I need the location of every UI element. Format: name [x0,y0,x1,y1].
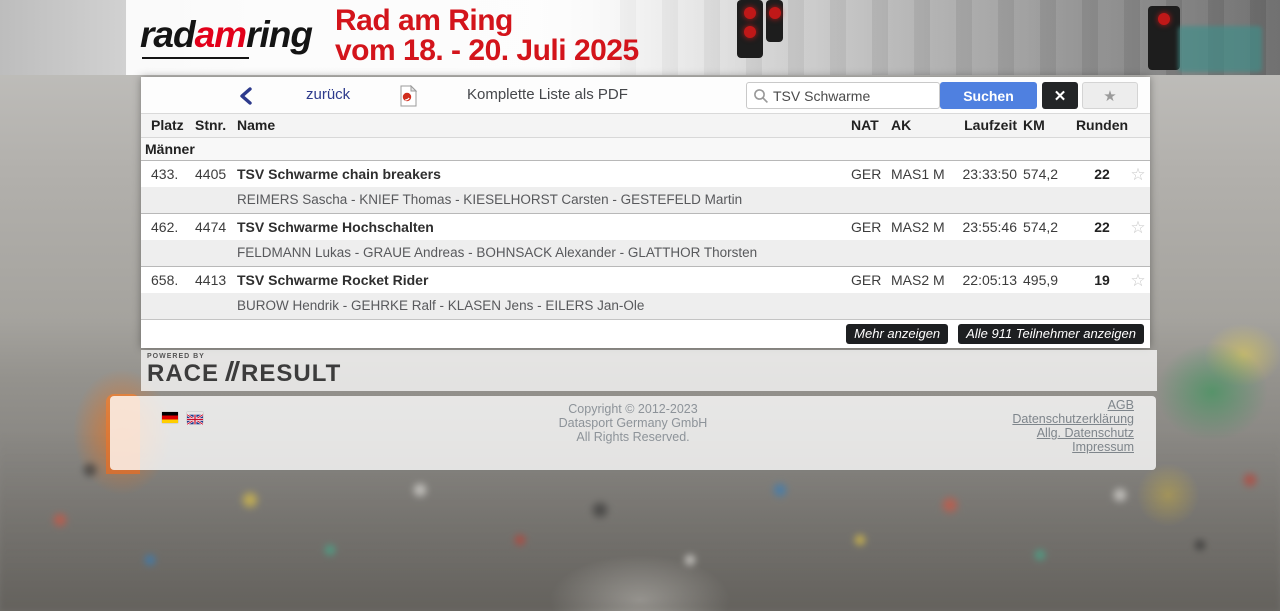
banner-title-line2: vom 18. - 20. Juli 2025 [335,36,639,66]
cell-platz: 433. [151,161,193,188]
favorite-star-icon[interactable]: ☆ [1127,214,1149,241]
traffic-light-icon [1148,6,1180,70]
cell-ak: MAS2 M [891,267,953,294]
cell-nat: GER [851,214,889,241]
cell-km: 495,9 [1023,267,1069,294]
cell-runden: 19 [1069,267,1135,294]
show-more-row: Mehr anzeigen Alle 911 Teilnehmer anzeig… [141,319,1150,348]
cell-laufzeit: 23:33:50 [949,161,1017,188]
favorites-button[interactable]: ★ [1082,82,1138,109]
table-row[interactable]: 658. 4413 TSV Schwarme Rocket Rider GER … [141,266,1150,293]
cell-ak: MAS1 M [891,161,953,188]
star-icon: ★ [1103,88,1116,105]
pdf-list-link[interactable]: Komplette Liste als PDF [467,86,628,103]
banner-title-line1: Rad am Ring [335,6,639,36]
raceresult-gate-icon [219,358,241,390]
traffic-light-icon [766,0,783,42]
cell-members: FELDMANN Lukas - GRAUE Andreas - BOHNSAC… [237,240,757,266]
link-impressum[interactable]: Impressum [1012,440,1134,454]
logo-text-accent: am [195,14,246,55]
banner-title: Rad am Ring vom 18. - 20. Juli 2025 [335,6,639,66]
back-button[interactable] [239,84,263,108]
copyright-line1: Copyright © 2012-2023 [110,402,1156,416]
copyright-notice: Copyright © 2012-2023 Datasport Germany … [110,402,1156,444]
table-row-members: REIMERS Sascha - KNIEF Thomas - KIESELHO… [141,187,1150,213]
search-input[interactable] [773,84,937,107]
cell-runden: 22 [1069,214,1135,241]
cell-laufzeit: 22:05:13 [949,267,1017,294]
cell-platz: 658. [151,267,193,294]
chevron-left-icon [239,87,263,105]
show-more-link[interactable]: Mehr anzeigen [846,324,948,344]
raceresult-logo[interactable]: RACE RESULT [147,358,1157,390]
search-box [746,82,940,109]
radamring-logo[interactable]: radamring [140,12,312,58]
favorite-star-icon[interactable]: ☆ [1127,161,1149,188]
link-agb[interactable]: AGB [1012,398,1134,412]
favorite-star-icon[interactable]: ☆ [1127,267,1149,294]
cell-members: BUROW Hendrik - GEHRKE Ralf - KLASEN Jen… [237,293,644,319]
header-stnr: Stnr. [195,114,237,137]
cell-members: REIMERS Sascha - KNIEF Thomas - KIESELHO… [237,187,742,213]
header-km: KM [1023,114,1069,137]
link-datenschutzerklaerung[interactable]: Datenschutzerklärung [1012,412,1134,426]
header-runden: Runden [1069,114,1135,137]
traffic-light-icon [737,0,763,58]
search-button[interactable]: Suchen [940,82,1037,109]
table-row-members: FELDMANN Lukas - GRAUE Andreas - BOHNSAC… [141,240,1150,266]
table-row[interactable]: 462. 4474 TSV Schwarme Hochschalten GER … [141,213,1150,240]
pdf-file-icon[interactable] [398,85,418,107]
section-header-maenner: Männer [141,137,1150,160]
cell-nat: GER [851,267,889,294]
header-laufzeit: Laufzeit [949,114,1017,137]
cell-ak: MAS2 M [891,214,953,241]
header-nat: NAT [851,114,889,137]
results-toolbar: zurück Komplette Liste als PDF Suchen ✕ … [141,77,1150,114]
close-icon: ✕ [1054,88,1067,105]
cell-stnr: 4474 [195,214,237,241]
cell-km: 574,2 [1023,161,1069,188]
copyright-line2: Datasport Germany GmbH [110,416,1156,430]
raceresult-brand-left: RACE [147,361,219,387]
event-banner: radamring Rad am Ring vom 18. - 20. Juli… [0,0,1280,75]
cell-stnr: 4405 [195,161,237,188]
link-allg-datenschutz[interactable]: Allg. Datenschutz [1012,426,1134,440]
cell-nat: GER [851,161,889,188]
cell-runden: 22 [1069,161,1135,188]
cell-team-name: TSV Schwarme Hochschalten [237,214,434,241]
table-row-members: BUROW Hendrik - GEHRKE Ralf - KLASEN Jen… [141,293,1150,319]
header-name: Name [237,114,275,137]
cell-km: 574,2 [1023,214,1069,241]
raceresult-brand-right: RESULT [241,361,341,387]
table-header-row: Platz Stnr. Name NAT AK Laufzeit KM Rund… [141,114,1150,137]
results-panel: zurück Komplette Liste als PDF Suchen ✕ … [141,77,1150,348]
cell-stnr: 4413 [195,267,237,294]
header-ak: AK [891,114,953,137]
clear-search-button[interactable]: ✕ [1042,82,1078,109]
show-all-participants-link[interactable]: Alle 911 Teilnehmer anzeigen [958,324,1144,344]
cell-team-name: TSV Schwarme chain breakers [237,161,441,188]
cell-platz: 462. [151,214,193,241]
legal-links: AGB Datenschutzerklärung Allg. Datenschu… [1012,398,1134,454]
back-link[interactable]: zurück [306,86,350,103]
teal-equipment-decor [1178,26,1262,72]
table-row[interactable]: 433. 4405 TSV Schwarme chain breakers GE… [141,160,1150,187]
cell-team-name: TSV Schwarme Rocket Rider [237,267,428,294]
logo-text: ring [246,14,312,55]
header-platz: Platz [151,114,193,137]
powered-by-strip: POWERED BY RACE RESULT [141,350,1157,391]
copyright-line3: All Rights Reserved. [110,430,1156,444]
footer-bar: Copyright © 2012-2023 Datasport Germany … [110,396,1156,470]
cell-laufzeit: 23:55:46 [949,214,1017,241]
logo-text: rad [140,14,195,55]
